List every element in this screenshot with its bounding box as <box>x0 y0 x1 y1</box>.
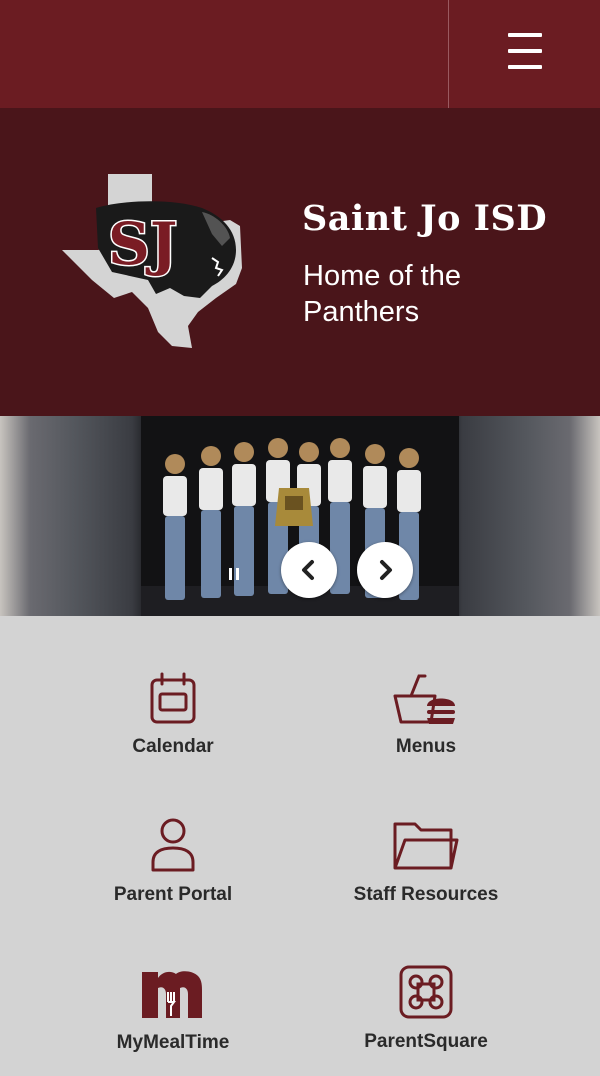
chevron-left-icon <box>302 560 314 580</box>
hamburger-menu-icon[interactable] <box>449 0 600 108</box>
mymealtime-logo-icon <box>142 971 202 1018</box>
photo-carousel[interactable] <box>0 416 600 616</box>
quick-link-label: Staff Resources <box>353 884 499 905</box>
quick-link-mymealtime[interactable]: MyMealTime <box>73 966 273 1076</box>
quick-link-menus[interactable]: Menus <box>326 668 526 778</box>
top-bar <box>0 0 600 108</box>
quick-link-label: MyMealTime <box>116 1032 230 1053</box>
logo-letters: SJ <box>108 210 177 278</box>
quick-link-parent-portal[interactable]: Parent Portal <box>73 816 273 926</box>
carousel-next-button[interactable] <box>357 542 413 598</box>
quick-link-label: Calendar <box>132 736 214 757</box>
carousel-prev-button[interactable] <box>281 542 337 598</box>
pause-icon[interactable] <box>222 562 246 586</box>
parentsquare-icon <box>399 965 453 1019</box>
quick-link-label: ParentSquare <box>364 1031 488 1052</box>
quick-link-label: Parent Portal <box>113 884 233 905</box>
quick-link-staff-resources[interactable]: Staff Resources <box>326 816 526 926</box>
district-logo[interactable]: SJ <box>52 168 252 358</box>
quick-link-parentsquare[interactable]: ParentSquare <box>326 964 526 1074</box>
person-icon <box>151 818 195 872</box>
folder-icon <box>393 822 459 870</box>
quick-link-label: Menus <box>395 736 457 757</box>
quick-link-calendar[interactable]: Calendar <box>73 668 273 778</box>
food-tray-icon <box>393 674 455 724</box>
calendar-icon <box>150 672 196 724</box>
site-subtitle: Home of the Panthers <box>303 260 461 328</box>
site-title: Saint Jo ISD <box>302 198 548 239</box>
chevron-right-icon <box>380 560 392 580</box>
